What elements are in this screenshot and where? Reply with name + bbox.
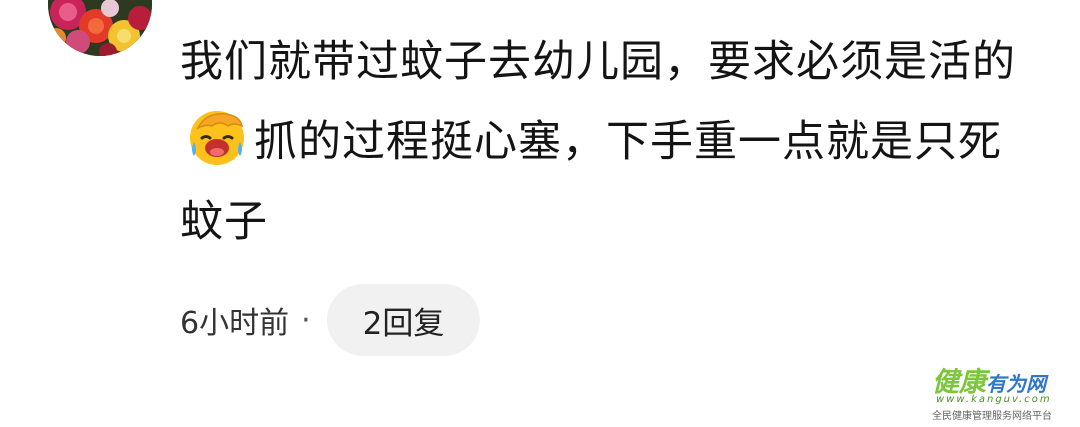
comment-text: 我们就带过蚊子去幼儿园，要求必须是活的 抓的过程挺心塞，下手重一点就是只死蚊子 bbox=[180, 22, 1040, 262]
watermark-url: www.kanguv.com bbox=[936, 394, 1052, 405]
comment-text-part-1: 我们就带过蚊子去幼儿园，要求必须是活的 bbox=[180, 37, 1016, 87]
watermark-brand-sub: 有为网 bbox=[986, 372, 1046, 396]
avatar-flowers-image bbox=[48, 0, 152, 56]
timestamp: 6小时前 bbox=[180, 306, 290, 341]
watermark-slogan: 全民健康管理服务网络平台 bbox=[932, 411, 1052, 422]
reply-count-label: 2回复 bbox=[362, 305, 445, 342]
meta-separator: · bbox=[301, 302, 311, 338]
reply-count-button[interactable]: 2回复 bbox=[326, 284, 481, 356]
comment-item: 我们就带过蚊子去幼儿园，要求必须是活的 抓的过程挺心塞，下手重一点就是只死蚊子 … bbox=[0, 0, 1080, 427]
facepalm-laughing-emoji-icon bbox=[184, 108, 250, 168]
avatar[interactable] bbox=[48, 0, 152, 56]
watermark-logo: 健康有为网 www.kanguv.com 全民健康管理服务网络平台 bbox=[928, 360, 1074, 422]
comment-meta: 6小时前 · 2回复 bbox=[180, 284, 481, 356]
comment-text-part-2: 抓的过程挺心塞，下手重一点就是只死蚊子 bbox=[180, 117, 1002, 247]
